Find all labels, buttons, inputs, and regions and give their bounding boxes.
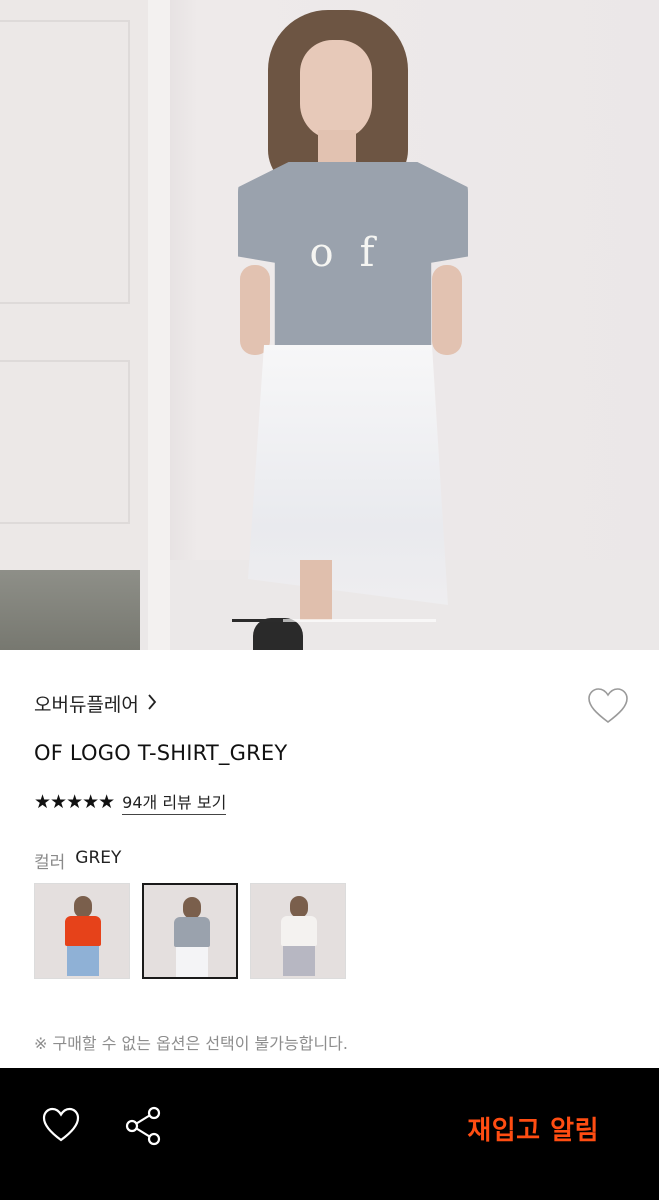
color-label: 컬러 <box>34 853 66 873</box>
rating-row: ★★★★★ 94개 리뷰 보기 <box>34 789 227 815</box>
heart-outline-icon <box>42 1107 80 1142</box>
product-title: OF LOGO T-SHIRT_GREY <box>34 741 288 765</box>
bottom-wishlist-button[interactable] <box>40 1105 82 1145</box>
model-arm <box>240 265 270 355</box>
model-arm <box>432 265 462 355</box>
door-panel <box>0 20 130 304</box>
model-leg <box>300 560 332 620</box>
swatch-bottom <box>67 944 99 976</box>
product-hero-image[interactable]: of <box>0 0 659 650</box>
color-swatch-list <box>34 883 346 979</box>
color-swatch-grey[interactable] <box>142 883 238 979</box>
review-link[interactable]: 94개 리뷰 보기 <box>122 789 227 815</box>
swatch-top <box>281 916 317 946</box>
wishlist-button[interactable] <box>586 686 630 726</box>
model-skirt <box>248 345 448 605</box>
tshirt-logo: of <box>309 230 401 276</box>
brand-name: 오버듀플레어 <box>34 694 139 716</box>
share-button[interactable] <box>124 1106 162 1146</box>
swatch-bottom <box>176 945 208 977</box>
background-floor <box>0 570 150 650</box>
model-shoe <box>253 618 303 650</box>
restock-alert-button[interactable]: 재입고 알림 <box>467 1110 599 1147</box>
color-value: GREY <box>75 848 122 868</box>
swatch-bottom <box>283 944 315 976</box>
star-rating-icons: ★★★★★ <box>34 791 115 813</box>
slider-indicator-thumb <box>232 619 283 622</box>
background-door <box>0 0 153 570</box>
background-pillar <box>148 0 170 650</box>
option-notice: ※ 구매할 수 없는 옵션은 선택이 불가능합니다. <box>34 1034 348 1053</box>
color-option-label: 컬러 GREY <box>34 848 121 873</box>
share-icon <box>125 1106 161 1146</box>
image-slider-indicator <box>232 619 436 622</box>
swatch-top <box>65 916 101 946</box>
swatch-model-head <box>290 896 308 918</box>
door-panel <box>0 360 130 524</box>
swatch-model-head <box>183 897 201 919</box>
color-swatch-white[interactable] <box>250 883 346 979</box>
swatch-top <box>174 917 210 947</box>
chevron-right-icon <box>147 693 157 715</box>
heart-outline-icon <box>588 688 628 724</box>
brand-link[interactable]: 오버듀플레어 <box>34 690 157 717</box>
swatch-model-head <box>74 896 92 918</box>
color-swatch-orange[interactable] <box>34 883 130 979</box>
model-face <box>300 40 372 140</box>
